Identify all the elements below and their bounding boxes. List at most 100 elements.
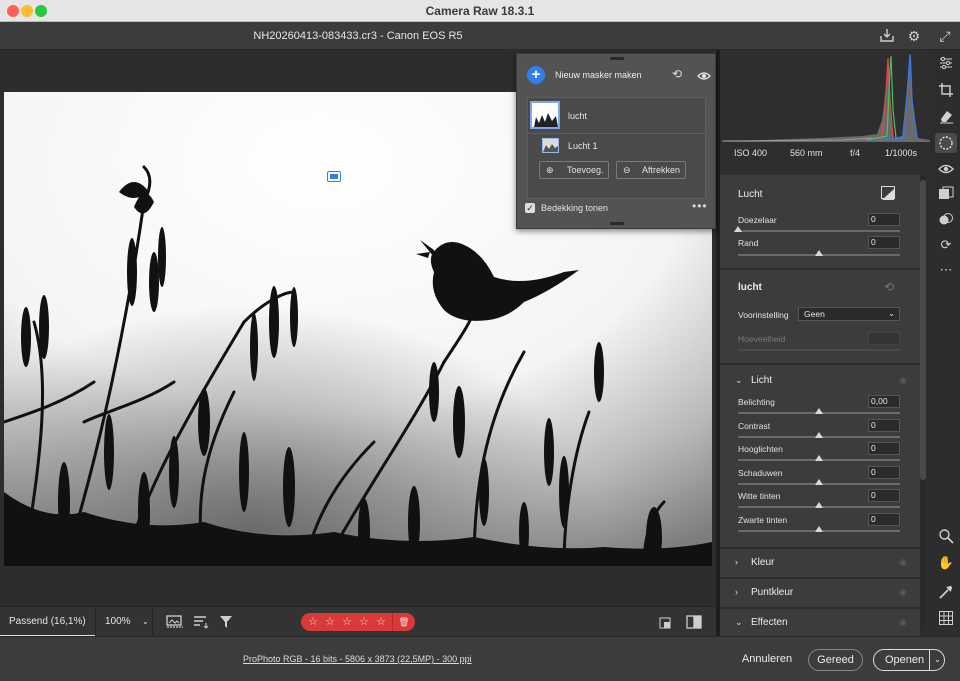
hooglichten-slider-thumb[interactable] [815,455,823,461]
star-3[interactable]: ☆ [340,615,354,628]
preset-dropdown[interactable]: Geen ⌄ [798,307,900,321]
before-after-icon[interactable] [686,614,702,630]
star-4[interactable]: ☆ [357,615,371,628]
star-rating[interactable]: ☆ ☆ ☆ ☆ ☆ 🗑 [301,613,415,631]
chevron-down-icon[interactable]: ⌄ [142,607,149,637]
crop-icon[interactable] [937,82,955,100]
star-5[interactable]: ☆ [374,615,388,628]
presets-icon[interactable] [937,186,955,204]
chevron-down-icon[interactable]: ⌄ [735,617,743,628]
grid-icon[interactable] [937,610,955,628]
reset-adjustment-icon[interactable]: ⟲ [884,280,894,294]
witte-tinten-slider-thumb[interactable] [815,502,823,508]
open-button[interactable]: Openen ⌄ [873,649,945,671]
chevron-down-icon[interactable]: ⌄ [735,375,743,386]
contrast-slider-thumb[interactable] [815,431,823,438]
sort-icon[interactable] [193,615,209,629]
new-mask-button[interactable]: + [527,66,545,84]
filmstrip-icon[interactable] [166,615,184,629]
zoom-tool-icon[interactable] [937,528,955,546]
edge-value[interactable]: 0 [868,236,900,249]
witte-tinten-value[interactable]: 0 [868,489,900,502]
schaduwen-label: Schaduwen [738,467,783,478]
more-tools-icon[interactable]: ⋯ [937,261,955,279]
belichting-value[interactable]: 0,00 [868,395,900,408]
effects-section[interactable]: ⌄ Effecten ◉ [720,609,920,636]
eye-icon[interactable] [697,68,711,80]
panel-drag-handle[interactable] [610,57,624,60]
done-button[interactable]: Gereed [808,649,863,671]
reset-mask-icon[interactable]: ⟲ [672,67,682,81]
schaduwen-value[interactable]: 0 [868,465,900,479]
invert-mask-icon[interactable] [881,186,895,200]
more-options-icon[interactable]: ••• [692,199,708,213]
zwarte-tinten-value[interactable]: 0 [868,512,900,526]
new-mask-label[interactable]: Nieuw masker maken [555,70,642,80]
panel-resize-handle[interactable] [610,222,624,225]
save-image-icon[interactable] [878,27,896,45]
color-section[interactable]: › Kleur ◉ [720,549,920,577]
chevron-right-icon[interactable]: › [735,587,738,597]
witte-tinten-label: Witte tinten [738,491,781,501]
masking-tool-icon[interactable] [935,133,957,153]
snapshots-icon[interactable] [937,211,955,229]
expand-icon[interactable]: ⤢ [936,27,954,45]
color-sampler-icon[interactable] [937,584,955,602]
subtract-mask-button[interactable]: ⊖ Aftrekken [616,161,686,179]
point-color-section[interactable]: › Puntkleur ◉ [720,579,920,607]
show-overlay-checkbox[interactable]: ✓ [525,203,535,213]
section-visibility-icon[interactable]: ◉ [899,557,907,568]
zwarte-tinten-slider-thumb[interactable] [815,525,823,532]
edit-sliders-icon[interactable] [937,55,955,73]
chevron-down-icon[interactable]: ⌄ [929,650,945,670]
section-visibility-icon[interactable]: ◉ [899,617,907,628]
add-mask-button[interactable]: ⊕ Toevoeg. [539,161,609,179]
fit-zoom-button[interactable]: Passend (16,1%) [0,607,95,637]
mask-thumbnail [530,101,560,129]
star-1[interactable]: ☆ [306,615,320,628]
preset-label: Voorinstelling [738,310,789,320]
section-visibility-icon[interactable]: ◉ [899,587,907,598]
belichting-label: Belichting [738,397,775,407]
mask-pin-icon[interactable] [327,171,341,182]
mask-item[interactable]: lucht [528,98,705,134]
mask-name: lucht [568,111,588,121]
filter-icon[interactable] [219,615,235,629]
feather-slider-thumb[interactable] [734,226,742,232]
adjustment-section: lucht ⟲ Voorinstelling Geen ⌄ Hoeveelhei… [720,270,920,363]
feather-value[interactable]: 0 [868,213,900,226]
header-bar: NH20260413-083433.cr3 - Canon EOS R5 ⚙ ⤢ [0,22,960,50]
zoom-100-button[interactable]: 100% ⌄ [95,607,153,637]
mask-component-item[interactable]: Lucht 1 [528,135,705,157]
show-overlay-label: Bedekking tonen [541,203,609,213]
belichting-slider-thumb[interactable] [815,408,823,414]
add-mask-icon: ⊕ [546,165,554,175]
chevron-right-icon[interactable]: › [735,557,738,567]
hand-tool-icon[interactable]: ✋ [937,554,955,572]
red-eye-icon[interactable] [937,161,955,179]
panel-scrollbar[interactable] [920,175,926,630]
light-section-title[interactable]: Licht [751,375,772,386]
workflow-options-link[interactable]: ProPhoto RGB - 16 bits - 5806 x 3873 (22… [243,654,472,664]
reject-trash-icon[interactable]: 🗑 [392,613,415,631]
star-2[interactable]: ☆ [323,615,337,628]
contrast-value[interactable]: 0 [868,418,900,432]
feather-slider[interactable] [738,230,900,232]
section-visibility-icon[interactable]: ◉ [899,375,907,386]
gear-icon[interactable]: ⚙ [905,27,923,45]
zwarte-tinten-label: Zwarte tinten [738,514,788,525]
scrollbar-thumb[interactable] [920,180,926,480]
sync-icon[interactable]: ⟳ [937,236,955,254]
cancel-button[interactable]: Annuleren [735,649,799,671]
hooglichten-value[interactable]: 0 [868,442,900,455]
mask-section-title: Lucht [738,189,763,200]
title-bar: Camera Raw 18.3.1 [0,0,960,22]
amount-value [868,332,900,345]
single-view-icon[interactable] [659,616,671,629]
footer-bar: ProPhoto RGB - 16 bits - 5806 x 3873 (22… [0,636,960,681]
edge-label: Rand [738,238,759,248]
edge-slider-thumb[interactable] [815,250,823,256]
schaduwen-slider-thumb[interactable] [815,478,823,485]
hooglichten-label: Hooglichten [738,444,783,454]
eraser-icon[interactable] [937,108,955,126]
